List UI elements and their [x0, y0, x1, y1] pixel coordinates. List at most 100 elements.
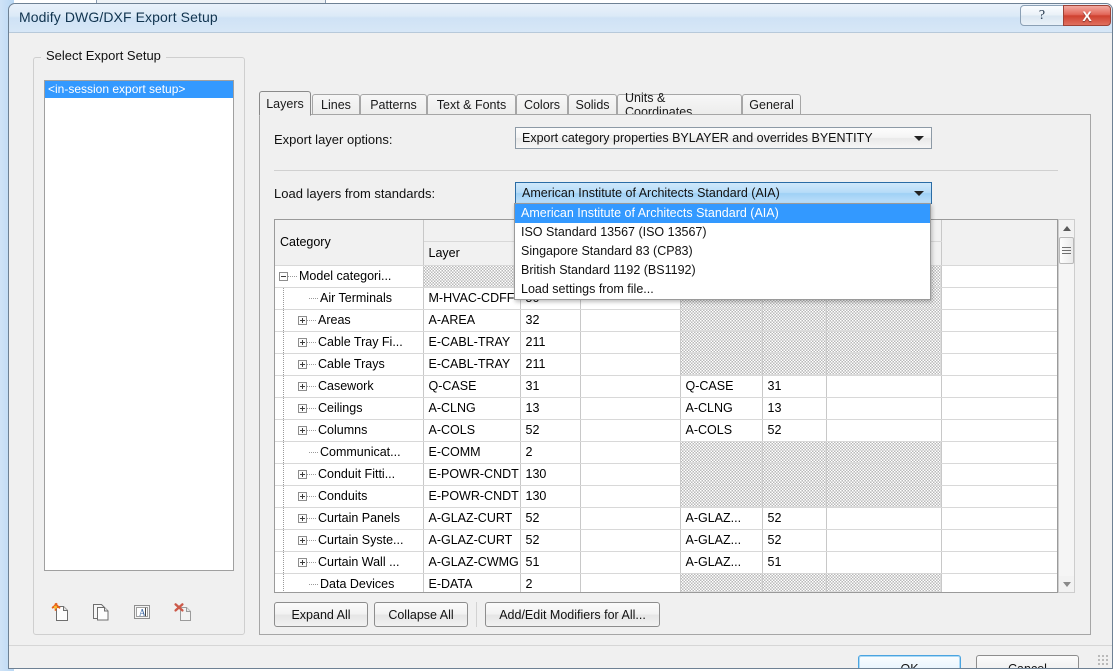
cell-cut-layer[interactable] — [680, 309, 763, 332]
tab-lines[interactable]: Lines — [312, 94, 360, 115]
cell-layer-modifiers[interactable] — [580, 397, 681, 420]
cell-color-number[interactable]: 211 — [520, 353, 581, 376]
tab-colors[interactable]: Colors — [516, 94, 568, 115]
cell-category[interactable]: Areas — [275, 309, 424, 332]
table-row[interactable]: Communicat... E-COMM 2 — [275, 441, 1057, 464]
cell-color-number[interactable]: 52 — [520, 529, 581, 552]
cell-cut-color-number[interactable] — [762, 573, 827, 592]
cell-spare[interactable] — [941, 529, 1057, 552]
cell-cut-layer[interactable] — [680, 573, 763, 592]
collapse-all-button[interactable]: Collapse All — [374, 602, 468, 627]
cell-layer[interactable]: E-DATA — [423, 573, 521, 592]
column-header-spare[interactable] — [941, 220, 1057, 266]
cell-layer[interactable]: E-COMM — [423, 441, 521, 464]
cell-cut-layer-modifiers[interactable] — [826, 507, 942, 530]
cell-layer[interactable]: A-GLAZ-CURT — [423, 507, 521, 530]
cell-cut-layer[interactable]: A-GLAZ... — [680, 529, 763, 552]
cell-color-number[interactable]: 52 — [520, 507, 581, 530]
cell-cut-color-number[interactable]: 51 — [762, 551, 827, 574]
cell-layer-modifiers[interactable] — [580, 529, 681, 552]
table-row[interactable]: Columns A-COLS 52 A-COLS 52 — [275, 419, 1057, 442]
cell-spare[interactable] — [941, 551, 1057, 574]
cell-layer-modifiers[interactable] — [580, 573, 681, 592]
tab-patterns[interactable]: Patterns — [360, 94, 427, 115]
cell-cut-color-number[interactable]: 52 — [762, 507, 827, 530]
close-button[interactable]: X — [1063, 5, 1111, 26]
cell-layer[interactable]: A-GLAZ-CURT — [423, 529, 521, 552]
dropdown-item-cp83[interactable]: Singapore Standard 83 (CP83) — [515, 242, 930, 261]
scroll-down-button[interactable] — [1059, 576, 1074, 592]
cell-layer[interactable] — [423, 265, 521, 288]
cell-cut-layer[interactable] — [680, 331, 763, 354]
cell-layer-modifiers[interactable] — [580, 441, 681, 464]
table-row[interactable]: Areas A-AREA 32 — [275, 309, 1057, 332]
cell-layer[interactable]: A-COLS — [423, 419, 521, 442]
cell-color-number[interactable]: 13 — [520, 397, 581, 420]
resize-grip-icon[interactable] — [1097, 654, 1110, 667]
cell-spare[interactable] — [941, 507, 1057, 530]
table-row[interactable]: Conduit Fitti... E-POWR-CNDT 130 — [275, 463, 1057, 486]
cell-cut-layer-modifiers[interactable] — [826, 529, 942, 552]
cell-spare[interactable] — [941, 353, 1057, 376]
expand-node-icon[interactable] — [298, 469, 307, 479]
export-setup-list[interactable]: <in-session export setup> — [44, 80, 234, 571]
table-row[interactable]: Curtain Wall ... A-GLAZ-CWMG 51 A-GLAZ... 51 — [275, 551, 1057, 574]
cell-layer[interactable]: E-CABL-TRAY — [423, 331, 521, 354]
tab-units-coordinates[interactable]: Units & Coordinates — [617, 91, 742, 119]
cell-category[interactable]: Model categori... — [275, 265, 424, 288]
cell-layer[interactable]: A-CLNG — [423, 397, 521, 420]
cell-spare[interactable] — [941, 441, 1057, 464]
cell-color-number[interactable]: 130 — [520, 485, 581, 508]
table-row[interactable]: Cable Tray Fi... E-CABL-TRAY 211 — [275, 331, 1057, 354]
cell-layer[interactable]: E-POWR-CNDT — [423, 485, 521, 508]
cell-cut-layer[interactable]: A-GLAZ... — [680, 551, 763, 574]
expand-node-icon[interactable] — [298, 425, 307, 435]
cell-category[interactable]: Columns — [275, 419, 424, 442]
cell-layer[interactable]: E-POWR-CNDT — [423, 463, 521, 486]
dropdown-item-aia[interactable]: American Institute of Architects Standar… — [515, 204, 930, 223]
cell-spare[interactable] — [941, 331, 1057, 354]
cell-color-number[interactable]: 2 — [520, 441, 581, 464]
expand-node-icon[interactable] — [298, 557, 307, 567]
cell-cut-color-number[interactable]: 13 — [762, 397, 827, 420]
cell-category[interactable]: Curtain Wall ... — [275, 551, 424, 574]
duplicate-export-setup-icon[interactable] — [90, 601, 112, 623]
cell-layer-modifiers[interactable] — [580, 463, 681, 486]
cell-cut-layer-modifiers[interactable] — [826, 375, 942, 398]
cell-category[interactable]: Curtain Panels — [275, 507, 424, 530]
cell-cut-layer-modifiers[interactable] — [826, 573, 942, 592]
list-item[interactable]: <in-session export setup> — [45, 81, 233, 98]
dropdown-item-bs1192[interactable]: British Standard 1192 (BS1192) — [515, 261, 930, 280]
expand-node-icon[interactable] — [298, 491, 307, 501]
cell-layer[interactable]: E-CABL-TRAY — [423, 353, 521, 376]
cell-cut-color-number[interactable] — [762, 485, 827, 508]
cell-layer[interactable]: Q-CASE — [423, 375, 521, 398]
table-row[interactable]: Curtain Syste... A-GLAZ-CURT 52 A-GLAZ... 52 — [275, 529, 1057, 552]
cell-cut-color-number[interactable]: 52 — [762, 419, 827, 442]
table-row[interactable]: Cable Trays E-CABL-TRAY 211 — [275, 353, 1057, 376]
standards-dropdown-list[interactable]: American Institute of Architects Standar… — [514, 203, 931, 300]
cell-cut-layer[interactable] — [680, 353, 763, 376]
cell-spare[interactable] — [941, 265, 1057, 288]
table-row[interactable]: Curtain Panels A-GLAZ-CURT 52 A-GLAZ... 52 — [275, 507, 1057, 530]
cell-cut-layer[interactable]: Q-CASE — [680, 375, 763, 398]
cell-cut-color-number[interactable]: 31 — [762, 375, 827, 398]
cell-color-number[interactable]: 52 — [520, 419, 581, 442]
expand-node-icon[interactable] — [298, 403, 307, 413]
cell-cut-color-number[interactable] — [762, 353, 827, 376]
help-button[interactable]: ? — [1020, 5, 1064, 26]
cell-cut-layer-modifiers[interactable] — [826, 353, 942, 376]
new-export-setup-icon[interactable] — [49, 601, 71, 623]
cell-cut-layer-modifiers[interactable] — [826, 397, 942, 420]
expand-node-icon[interactable] — [298, 381, 307, 391]
cell-cut-layer-modifiers[interactable] — [826, 331, 942, 354]
cell-cut-layer-modifiers[interactable] — [826, 441, 942, 464]
cancel-button[interactable]: Cancel — [976, 655, 1079, 668]
cell-category[interactable]: Cable Tray Fi... — [275, 331, 424, 354]
cell-color-number[interactable]: 32 — [520, 309, 581, 332]
cell-cut-layer-modifiers[interactable] — [826, 551, 942, 574]
tab-layers[interactable]: Layers — [259, 91, 311, 116]
cell-cut-layer-modifiers[interactable] — [826, 485, 942, 508]
cell-color-number[interactable]: 31 — [520, 375, 581, 398]
cell-cut-layer[interactable]: A-CLNG — [680, 397, 763, 420]
